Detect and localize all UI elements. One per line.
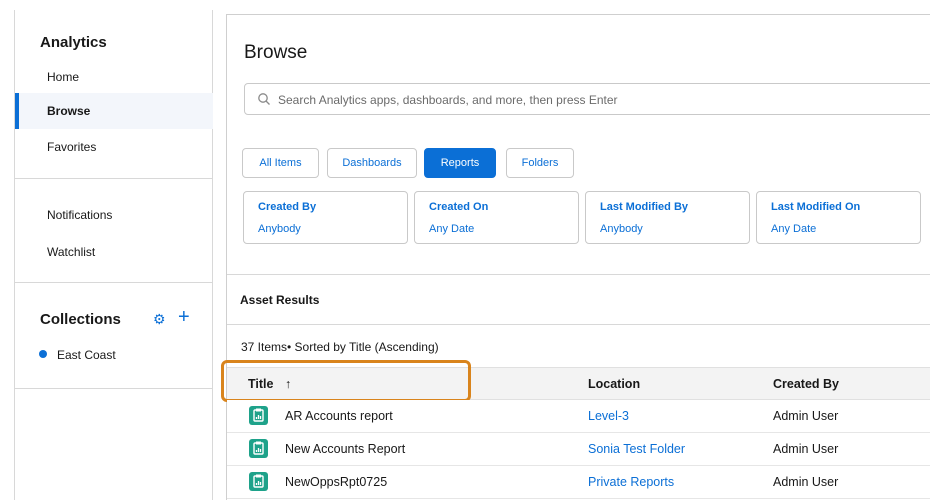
- tab-folders[interactable]: Folders: [506, 148, 574, 178]
- row-created-by: Admin User: [773, 409, 839, 423]
- collection-dot-icon: [39, 350, 47, 358]
- row-title[interactable]: New Accounts Report: [285, 442, 405, 456]
- app-title: Analytics: [40, 34, 107, 51]
- gear-icon[interactable]: ⚙: [153, 312, 167, 326]
- filter-label: Created On: [429, 201, 489, 213]
- row-location[interactable]: Sonia Test Folder: [588, 442, 685, 456]
- sidebar-item-notifications[interactable]: Notifications: [15, 197, 213, 233]
- sidebar-divider: [15, 178, 213, 179]
- analytics-window: Analytics Home Browse Favorites Notifica…: [0, 0, 930, 500]
- report-icon: [249, 472, 268, 491]
- page-title: Browse: [244, 42, 308, 63]
- sidebar-item-browse[interactable]: Browse: [15, 93, 213, 129]
- column-header-title[interactable]: Title ↑: [248, 377, 291, 391]
- sidebar-item-favorites[interactable]: Favorites: [15, 129, 213, 165]
- sidebar-divider: [15, 282, 213, 283]
- collection-item-label: East Coast: [57, 348, 116, 362]
- filter-label: Created By: [258, 201, 317, 213]
- filter-value: Anybody: [258, 223, 301, 235]
- column-header-created-by[interactable]: Created By: [773, 377, 839, 391]
- table-row[interactable]: NewOppsRpt0725 Private Reports Admin Use…: [227, 466, 930, 499]
- main-panel: Browse Search Analytics apps, dashboards…: [221, 14, 930, 500]
- filter-value: Anybody: [600, 223, 643, 235]
- report-icon: [249, 406, 268, 425]
- section-divider: [227, 274, 930, 275]
- sidebar: Analytics Home Browse Favorites Notifica…: [14, 10, 213, 500]
- tab-all-items[interactable]: All Items: [242, 148, 319, 178]
- row-created-by: Admin User: [773, 442, 839, 456]
- tab-reports[interactable]: Reports: [424, 148, 496, 178]
- sidebar-item-home[interactable]: Home: [15, 59, 213, 95]
- row-location[interactable]: Private Reports: [588, 475, 674, 489]
- items-count-info: 37 Items• Sorted by Title (Ascending): [241, 340, 439, 354]
- search-icon: [258, 93, 270, 105]
- search-placeholder: Search Analytics apps, dashboards, and m…: [278, 93, 618, 107]
- sidebar-item-watchlist[interactable]: Watchlist: [15, 234, 213, 270]
- filter-last-modified-by[interactable]: Last Modified By Anybody: [585, 191, 750, 244]
- search-input[interactable]: Search Analytics apps, dashboards, and m…: [244, 83, 930, 115]
- column-header-location[interactable]: Location: [588, 377, 640, 391]
- arrow-up-icon: ↑: [284, 377, 292, 391]
- asset-results-heading: Asset Results: [240, 293, 320, 307]
- plus-icon[interactable]: +: [178, 307, 190, 327]
- row-location[interactable]: Level-3: [588, 409, 629, 423]
- filter-last-modified-on[interactable]: Last Modified On Any Date: [756, 191, 921, 244]
- row-created-by: Admin User: [773, 475, 839, 489]
- sidebar-divider: [15, 388, 213, 389]
- row-title[interactable]: NewOppsRpt0725: [285, 475, 387, 489]
- report-icon: [249, 439, 268, 458]
- filter-value: Any Date: [429, 223, 475, 235]
- tab-dashboards[interactable]: Dashboards: [327, 148, 417, 178]
- filter-created-on[interactable]: Created On Any Date: [414, 191, 579, 244]
- section-divider: [227, 324, 930, 325]
- filter-label: Last Modified By: [600, 201, 689, 213]
- table-row[interactable]: New Accounts Report Sonia Test Folder Ad…: [227, 433, 930, 466]
- filter-created-by[interactable]: Created By Anybody: [243, 191, 408, 244]
- table-row[interactable]: AR Accounts report Level-3 Admin User: [227, 400, 930, 433]
- collection-item-east-coast[interactable]: East Coast: [39, 348, 116, 362]
- collections-title: Collections: [40, 311, 121, 328]
- row-title[interactable]: AR Accounts report: [285, 409, 393, 423]
- filter-label: Last Modified On: [771, 201, 861, 213]
- filter-value: Any Date: [771, 223, 817, 235]
- column-header-label: Title: [248, 377, 274, 391]
- table-header: Title ↑ Location Created By: [221, 360, 930, 402]
